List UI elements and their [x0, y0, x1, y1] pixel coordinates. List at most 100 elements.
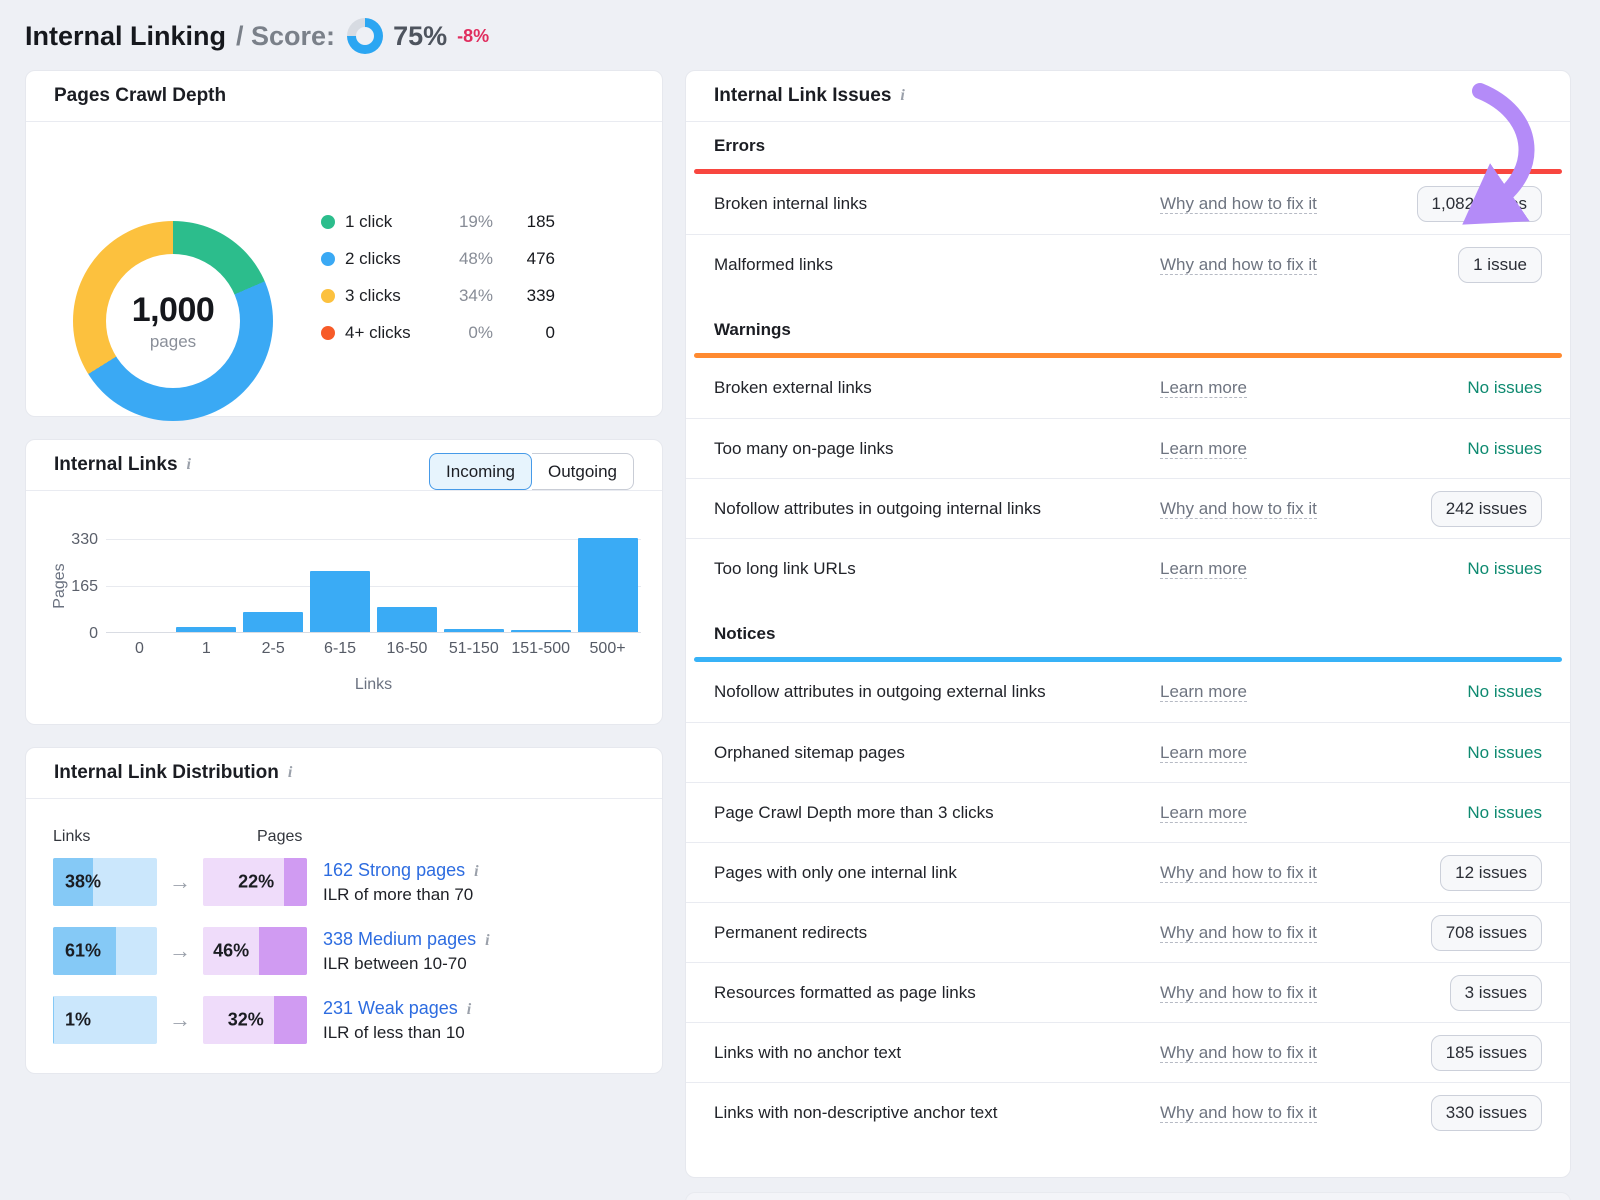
learn-more-link[interactable]: Learn more [1160, 378, 1247, 398]
donut-total-label: pages [150, 332, 196, 352]
bar-slot [374, 539, 441, 632]
card-header: Pages Crawl Depth [26, 71, 662, 122]
info-icon[interactable]: i [474, 863, 478, 880]
why-how-to-fix-link[interactable]: Why and how to fix it [1160, 863, 1317, 883]
issue-result-cell: 708 issues [1372, 915, 1542, 951]
issue-label: Nofollow attributes in outgoing external… [714, 682, 1160, 702]
info-icon[interactable]: i [900, 87, 904, 105]
links-column-header: Links [53, 828, 90, 846]
incoming-outgoing-toggle: Incoming Outgoing [429, 453, 634, 490]
y-tick-label: 330 [52, 531, 98, 549]
issue-row: Links with non-descriptive anchor textWh… [686, 1082, 1570, 1142]
legend-percent: 48% [445, 249, 493, 269]
issue-row: Orphaned sitemap pagesLearn moreNo issue… [686, 722, 1570, 782]
info-icon[interactable]: i [467, 1001, 471, 1018]
distribution-text: 338 Medium pages i ILR between 10-70 [323, 929, 490, 974]
legend-row: 1 click 19% 185 [321, 203, 555, 240]
weak-pages-link[interactable]: 231 Weak pages [323, 998, 458, 1018]
issue-count-button[interactable]: 242 issues [1431, 491, 1542, 527]
issue-label: Resources formatted as page links [714, 983, 1160, 1003]
chart-bar[interactable] [578, 538, 638, 632]
distribution-row: 61% → 46% 338 Medium pagesi ILR between … [53, 927, 635, 975]
chart-bar[interactable] [176, 627, 236, 632]
distribution-row: 38% → 22% 162 Strong pagesi ILR of more … [53, 858, 635, 906]
links-percent-label: 61% [65, 941, 101, 962]
score-label: / Score: [236, 21, 335, 52]
why-how-to-fix-link[interactable]: Why and how to fix it [1160, 983, 1317, 1003]
issue-count-button[interactable]: 1,082 issues [1417, 186, 1542, 222]
x-tick-label: 500+ [574, 640, 641, 658]
issue-row: Nofollow attributes in outgoing internal… [686, 478, 1570, 538]
info-icon[interactable]: i [288, 764, 292, 782]
issue-count-button[interactable]: 12 issues [1440, 855, 1542, 891]
chart-bar[interactable] [444, 629, 504, 632]
why-how-to-fix-link[interactable]: Why and how to fix it [1160, 499, 1317, 519]
issue-row: Broken external linksLearn moreNo issues [686, 358, 1570, 418]
why-how-to-fix-link[interactable]: Why and how to fix it [1160, 194, 1317, 214]
pages-percent-bar: 22% [203, 858, 307, 906]
toggle-outgoing[interactable]: Outgoing [532, 453, 634, 490]
issue-result-cell: 185 issues [1372, 1035, 1542, 1071]
why-how-to-fix-link[interactable]: Why and how to fix it [1160, 923, 1317, 943]
x-tick-label: 0 [106, 640, 173, 658]
issue-result-cell: No issues [1372, 439, 1542, 459]
bar-slot [440, 539, 507, 632]
ilr-description: ILR between 10-70 [323, 954, 490, 974]
toggle-incoming[interactable]: Incoming [429, 453, 532, 490]
links-percent-bar: 61% [53, 927, 157, 975]
why-how-to-fix-link[interactable]: Why and how to fix it [1160, 1043, 1317, 1063]
why-how-to-fix-link[interactable]: Why and how to fix it [1160, 1103, 1317, 1123]
issue-action-cell: Learn more [1160, 682, 1372, 702]
y-axis-label: Pages [51, 563, 69, 608]
chart-bar[interactable] [377, 607, 437, 632]
card-title: Pages Crawl Depth [54, 85, 226, 107]
issue-label: Permanent redirects [714, 923, 1160, 943]
links-bar-fill [53, 996, 54, 1044]
issue-result-cell: 1 issue [1372, 247, 1542, 283]
issue-result-cell: 242 issues [1372, 491, 1542, 527]
issue-count-button[interactable]: 708 issues [1431, 915, 1542, 951]
ilr-description: ILR of less than 10 [323, 1023, 471, 1043]
medium-pages-link[interactable]: 338 Medium pages [323, 929, 476, 949]
info-icon[interactable]: i [485, 932, 489, 949]
issue-row: Page Crawl Depth more than 3 clicksLearn… [686, 782, 1570, 842]
bar-slot [106, 539, 173, 632]
issue-count-button[interactable]: 1 issue [1458, 247, 1542, 283]
learn-more-link[interactable]: Learn more [1160, 439, 1247, 459]
no-issues-text: No issues [1467, 559, 1542, 578]
issue-result-cell: 12 issues [1372, 855, 1542, 891]
bars [106, 539, 641, 632]
issue-result-cell: No issues [1372, 559, 1542, 579]
card-title: Internal Link Distribution [54, 762, 279, 784]
card-title: Internal Link Issues [714, 85, 891, 107]
legend-value: 0 [493, 323, 555, 343]
issue-result-cell: 1,082 issues [1372, 186, 1542, 222]
chart-bar[interactable] [243, 612, 303, 632]
info-icon[interactable]: i [187, 456, 191, 474]
section-title: Notices [686, 598, 1570, 657]
issue-action-cell: Why and how to fix it [1160, 499, 1372, 519]
issues-section-notices: Notices Nofollow attributes in outgoing e… [686, 598, 1570, 1142]
links-percent-bar: 1% [53, 996, 157, 1044]
learn-more-link[interactable]: Learn more [1160, 743, 1247, 763]
learn-more-link[interactable]: Learn more [1160, 559, 1247, 579]
strong-pages-link[interactable]: 162 Strong pages [323, 860, 465, 880]
issue-count-button[interactable]: 3 issues [1450, 975, 1542, 1011]
chart-bar[interactable] [511, 630, 571, 632]
issue-count-button[interactable]: 185 issues [1431, 1035, 1542, 1071]
issue-count-button[interactable]: 330 issues [1431, 1095, 1542, 1131]
issue-row: Too many on-page linksLearn moreNo issue… [686, 418, 1570, 478]
legend-label: 3 clicks [345, 286, 445, 306]
issue-label: Broken internal links [714, 194, 1160, 214]
learn-more-link[interactable]: Learn more [1160, 682, 1247, 702]
chart-bar[interactable] [310, 571, 370, 632]
page-header: Internal Linking / Score: 75% -8% [0, 0, 1600, 66]
issue-row: Resources formatted as page linksWhy and… [686, 962, 1570, 1022]
content-columns: Pages Crawl Depth 1,000 pages 1 click 19… [0, 66, 1600, 1200]
legend-value: 339 [493, 286, 555, 306]
internal-link-distribution-card: Internal Link Distribution i Links Pages… [25, 747, 663, 1074]
pages-column-header: Pages [257, 828, 302, 846]
issue-label: Malformed links [714, 255, 1160, 275]
learn-more-link[interactable]: Learn more [1160, 803, 1247, 823]
why-how-to-fix-link[interactable]: Why and how to fix it [1160, 255, 1317, 275]
